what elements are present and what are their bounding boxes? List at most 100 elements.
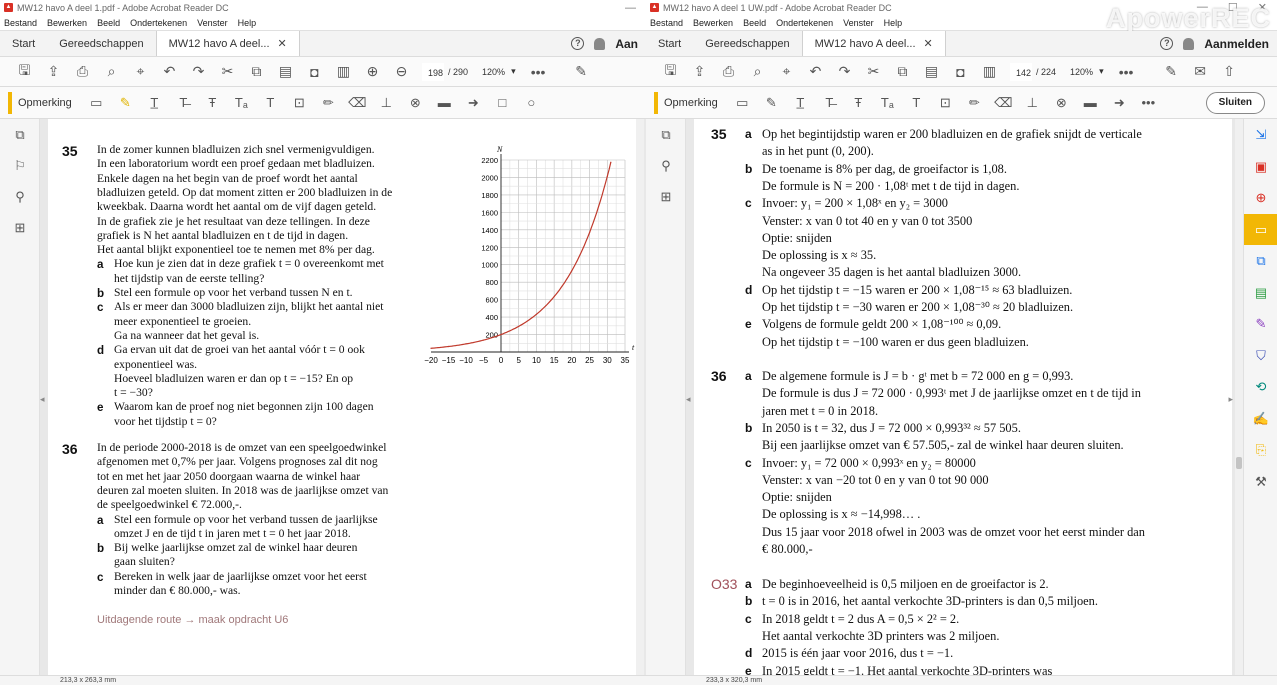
menu-help[interactable]: Help bbox=[238, 18, 257, 28]
protect-icon[interactable]: ⛉ bbox=[1244, 340, 1277, 372]
copy-icon[interactable]: ⧉ bbox=[242, 63, 271, 80]
page-number-input[interactable]: 198 bbox=[422, 62, 444, 81]
create-pdf-icon[interactable]: ⊕ bbox=[1244, 182, 1277, 214]
document-viewport[interactable]: ◂ 35 In de zomer kunnen bladluizen zich s… bbox=[40, 119, 646, 675]
prev-page-icon[interactable]: ⊕ bbox=[358, 63, 387, 80]
menu-help[interactable]: Help bbox=[884, 18, 903, 28]
sign-icon[interactable]: ✎ bbox=[567, 63, 596, 80]
pencil-icon[interactable]: ✏ bbox=[960, 95, 989, 111]
menu-venster[interactable]: Venster bbox=[843, 18, 874, 28]
close-comment-button[interactable]: Sluiten bbox=[1205, 92, 1265, 114]
zoom-dropdown[interactable]: 120% ▾ bbox=[1070, 66, 1104, 77]
signin-link[interactable]: Aan bbox=[615, 37, 638, 51]
search-icon[interactable]: ⌕ bbox=[97, 63, 126, 80]
close-tab-icon[interactable]: ✕ bbox=[924, 37, 933, 50]
highlight-icon[interactable]: ✎ bbox=[111, 95, 140, 111]
tab-tools[interactable]: Gereedschappen bbox=[693, 31, 801, 56]
sign-tool-icon[interactable]: ✍ bbox=[1244, 403, 1277, 435]
bookmark-icon[interactable]: ⚐ bbox=[0, 150, 40, 181]
strikethrough-icon[interactable]: T̶ bbox=[815, 95, 844, 110]
undo-icon[interactable]: ↶ bbox=[801, 63, 830, 80]
search-icon[interactable]: ⌕ bbox=[743, 63, 772, 80]
text-box-icon[interactable]: ⊡ bbox=[931, 95, 960, 111]
menu-ondertekenen[interactable]: Ondertekenen bbox=[776, 18, 833, 28]
tab-document[interactable]: MW12 havo A deel... ✕ bbox=[801, 31, 946, 56]
attachment-icon[interactable]: ⚲ bbox=[0, 181, 40, 212]
attach-icon[interactable]: ⊗ bbox=[401, 95, 430, 111]
snapshot-icon[interactable]: ◘ bbox=[946, 64, 975, 80]
print-icon[interactable]: ⎙ bbox=[68, 63, 97, 80]
export-pdf-icon[interactable]: ⇲ bbox=[1244, 119, 1277, 151]
upload-icon[interactable]: ⇪ bbox=[685, 63, 714, 80]
eraser-icon[interactable]: ⌫ bbox=[343, 95, 372, 111]
save-icon[interactable]: 🖫 bbox=[10, 60, 39, 84]
add-text-icon[interactable]: T bbox=[902, 95, 931, 110]
menu-bestand[interactable]: Bestand bbox=[650, 18, 683, 28]
vertical-scrollbar[interactable] bbox=[636, 119, 644, 675]
sticky-note-icon[interactable]: ▭ bbox=[728, 95, 757, 111]
more-tools-icon[interactable]: ⚒ bbox=[1244, 466, 1277, 498]
comment-icon[interactable]: ▭ bbox=[1244, 213, 1277, 245]
optimize-icon[interactable]: ⟲ bbox=[1244, 371, 1277, 403]
tab-start[interactable]: Start bbox=[646, 31, 693, 56]
page-view-icon[interactable]: ▥ bbox=[975, 63, 1004, 80]
help-icon[interactable]: ? bbox=[1160, 37, 1174, 50]
tab-document[interactable]: MW12 havo A deel... ✕ bbox=[155, 31, 300, 56]
page-view-icon[interactable]: ▥ bbox=[329, 63, 358, 80]
save-icon[interactable]: 🖫 bbox=[656, 60, 685, 84]
tab-start[interactable]: Start bbox=[0, 31, 47, 56]
arrow-icon[interactable]: ➜ bbox=[459, 95, 488, 111]
menu-venster[interactable]: Venster bbox=[197, 18, 228, 28]
menu-bewerken[interactable]: Bewerken bbox=[47, 18, 87, 28]
fill-sign-icon[interactable]: ✎ bbox=[1244, 308, 1277, 340]
bell-icon[interactable] bbox=[1183, 37, 1195, 50]
redo-icon[interactable]: ↷ bbox=[184, 63, 213, 80]
insert-text-icon[interactable]: Tₐ bbox=[873, 95, 902, 110]
attach-icon[interactable]: ⊗ bbox=[1047, 95, 1076, 111]
signin-button[interactable]: Aanmelden bbox=[1204, 37, 1269, 51]
menu-bestand[interactable]: Bestand bbox=[4, 18, 37, 28]
paste-icon[interactable]: ▤ bbox=[271, 63, 300, 80]
vertical-scrollbar[interactable] bbox=[1235, 119, 1243, 675]
circle-icon[interactable]: ○ bbox=[517, 95, 546, 110]
scrollbar-thumb[interactable] bbox=[1236, 457, 1242, 469]
strikethrough-icon[interactable]: T̶ bbox=[169, 95, 198, 110]
organize-icon[interactable]: ▤ bbox=[1244, 277, 1277, 309]
menu-beeld[interactable]: Beeld bbox=[743, 18, 766, 28]
paste-icon[interactable]: ▤ bbox=[917, 63, 946, 80]
stamp-icon[interactable]: ⊥ bbox=[372, 95, 401, 111]
menu-beeld[interactable]: Beeld bbox=[97, 18, 120, 28]
undo-icon[interactable]: ↶ bbox=[155, 63, 184, 80]
document-viewport[interactable]: ◂ 35 a Op het begintijdstip waren er 200 b… bbox=[686, 119, 1243, 675]
highlight-icon[interactable]: ✎ bbox=[757, 95, 786, 111]
line-icon[interactable]: ▬ bbox=[1076, 95, 1105, 110]
pages-icon[interactable]: ⧉ bbox=[646, 119, 686, 150]
mail-icon[interactable]: ✉ bbox=[1186, 63, 1215, 80]
tab-tools[interactable]: Gereedschappen bbox=[47, 31, 155, 56]
sticky-note-icon[interactable]: ▭ bbox=[82, 95, 111, 111]
underline-icon[interactable]: T̲ bbox=[786, 95, 815, 110]
attachment-icon[interactable]: ⚲ bbox=[646, 150, 686, 181]
send-icon[interactable]: ⎘ bbox=[1244, 434, 1277, 466]
find-icon[interactable]: ⌖ bbox=[772, 63, 801, 80]
more-icon[interactable]: ••• bbox=[1134, 95, 1163, 110]
stamp-icon[interactable]: ⊥ bbox=[1018, 95, 1047, 111]
collapse-left-icon[interactable]: ◂ bbox=[40, 394, 45, 405]
edit-pdf-icon[interactable]: ▣ bbox=[1244, 151, 1277, 183]
page-number-input[interactable]: 142 bbox=[1010, 62, 1032, 81]
replace-text-icon[interactable]: Ŧ bbox=[198, 95, 227, 110]
line-icon[interactable]: ▬ bbox=[430, 95, 459, 110]
bell-icon[interactable] bbox=[594, 37, 606, 50]
layers-icon[interactable]: ⊞ bbox=[646, 181, 686, 212]
sign-icon[interactable]: ✎ bbox=[1157, 63, 1186, 80]
layers-icon[interactable]: ⊞ bbox=[0, 212, 40, 243]
copy-icon[interactable]: ⧉ bbox=[888, 63, 917, 80]
menu-bewerken[interactable]: Bewerken bbox=[693, 18, 733, 28]
find-icon[interactable]: ⌖ bbox=[126, 63, 155, 80]
collapse-right-icon[interactable]: ▸ bbox=[1228, 394, 1233, 405]
menu-ondertekenen[interactable]: Ondertekenen bbox=[130, 18, 187, 28]
replace-text-icon[interactable]: Ŧ bbox=[844, 95, 873, 110]
collapse-left-icon[interactable]: ◂ bbox=[686, 394, 691, 405]
pencil-icon[interactable]: ✏ bbox=[314, 95, 343, 111]
snapshot-icon[interactable]: ◘ bbox=[300, 64, 329, 80]
